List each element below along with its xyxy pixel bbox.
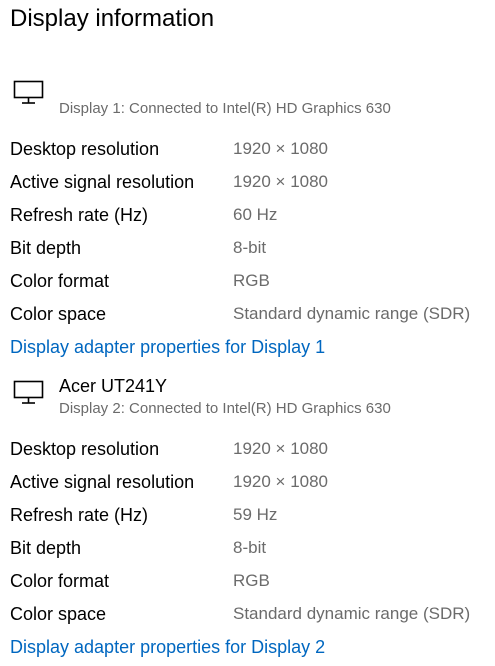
info-label: Refresh rate (Hz) — [10, 205, 149, 225]
info-value: 1920 × 1080 — [233, 472, 329, 491]
info-row-refresh-rate: Refresh rate (Hz) 60 Hz — [0, 198, 495, 231]
display-2-name: Acer UT241Y — [59, 376, 168, 396]
info-row-bit-depth: Bit depth 8-bit — [0, 531, 495, 564]
info-label: Active signal resolution — [10, 472, 195, 492]
display-1-subtitle: Display 1: Connected to Intel(R) HD Grap… — [59, 100, 391, 117]
info-row-bit-depth: Bit depth 8-bit — [0, 231, 495, 264]
info-value: 59 Hz — [233, 505, 278, 524]
info-label: Color space — [10, 304, 107, 324]
info-value: Standard dynamic range (SDR) — [233, 304, 471, 323]
info-value: 8-bit — [233, 238, 267, 257]
info-row-color-format: Color format RGB — [0, 564, 495, 597]
info-label: Desktop resolution — [10, 139, 160, 159]
display-adapter-properties-link-2[interactable]: Display adapter properties for Display 2 — [10, 635, 325, 659]
info-value: 8-bit — [233, 538, 267, 557]
info-row-refresh-rate: Refresh rate (Hz) 59 Hz — [0, 498, 495, 531]
info-label: Desktop resolution — [10, 439, 160, 459]
info-value: RGB — [233, 271, 270, 290]
monitor-icon — [13, 380, 45, 406]
info-label: Refresh rate (Hz) — [10, 505, 149, 525]
info-label: Color format — [10, 271, 110, 291]
info-value: 1920 × 1080 — [233, 139, 329, 158]
monitor-icon — [13, 80, 45, 106]
info-row-desktop-resolution: Desktop resolution 1920 × 1080 — [0, 432, 495, 465]
info-value: 60 Hz — [233, 205, 278, 224]
info-row-color-space: Color space Standard dynamic range (SDR) — [0, 597, 495, 630]
info-value: 1920 × 1080 — [233, 172, 329, 191]
info-row-desktop-resolution: Desktop resolution 1920 × 1080 — [0, 132, 495, 165]
info-value: 1920 × 1080 — [233, 439, 329, 458]
info-label: Color format — [10, 571, 110, 591]
info-row-active-signal-resolution: Active signal resolution 1920 × 1080 — [0, 165, 495, 198]
info-label: Bit depth — [10, 538, 82, 558]
info-row-active-signal-resolution: Active signal resolution 1920 × 1080 — [0, 465, 495, 498]
page-title: Display information — [10, 5, 215, 32]
info-label: Bit depth — [10, 238, 82, 258]
info-row-color-format: Color format RGB — [0, 264, 495, 297]
info-label: Active signal resolution — [10, 172, 195, 192]
info-row-color-space: Color space Standard dynamic range (SDR) — [0, 297, 495, 330]
display-adapter-properties-link-1[interactable]: Display adapter properties for Display 1 — [10, 335, 325, 359]
info-label: Color space — [10, 604, 107, 624]
info-value: Standard dynamic range (SDR) — [233, 604, 471, 623]
display-2-subtitle: Display 2: Connected to Intel(R) HD Grap… — [59, 400, 391, 417]
info-value: RGB — [233, 571, 270, 590]
